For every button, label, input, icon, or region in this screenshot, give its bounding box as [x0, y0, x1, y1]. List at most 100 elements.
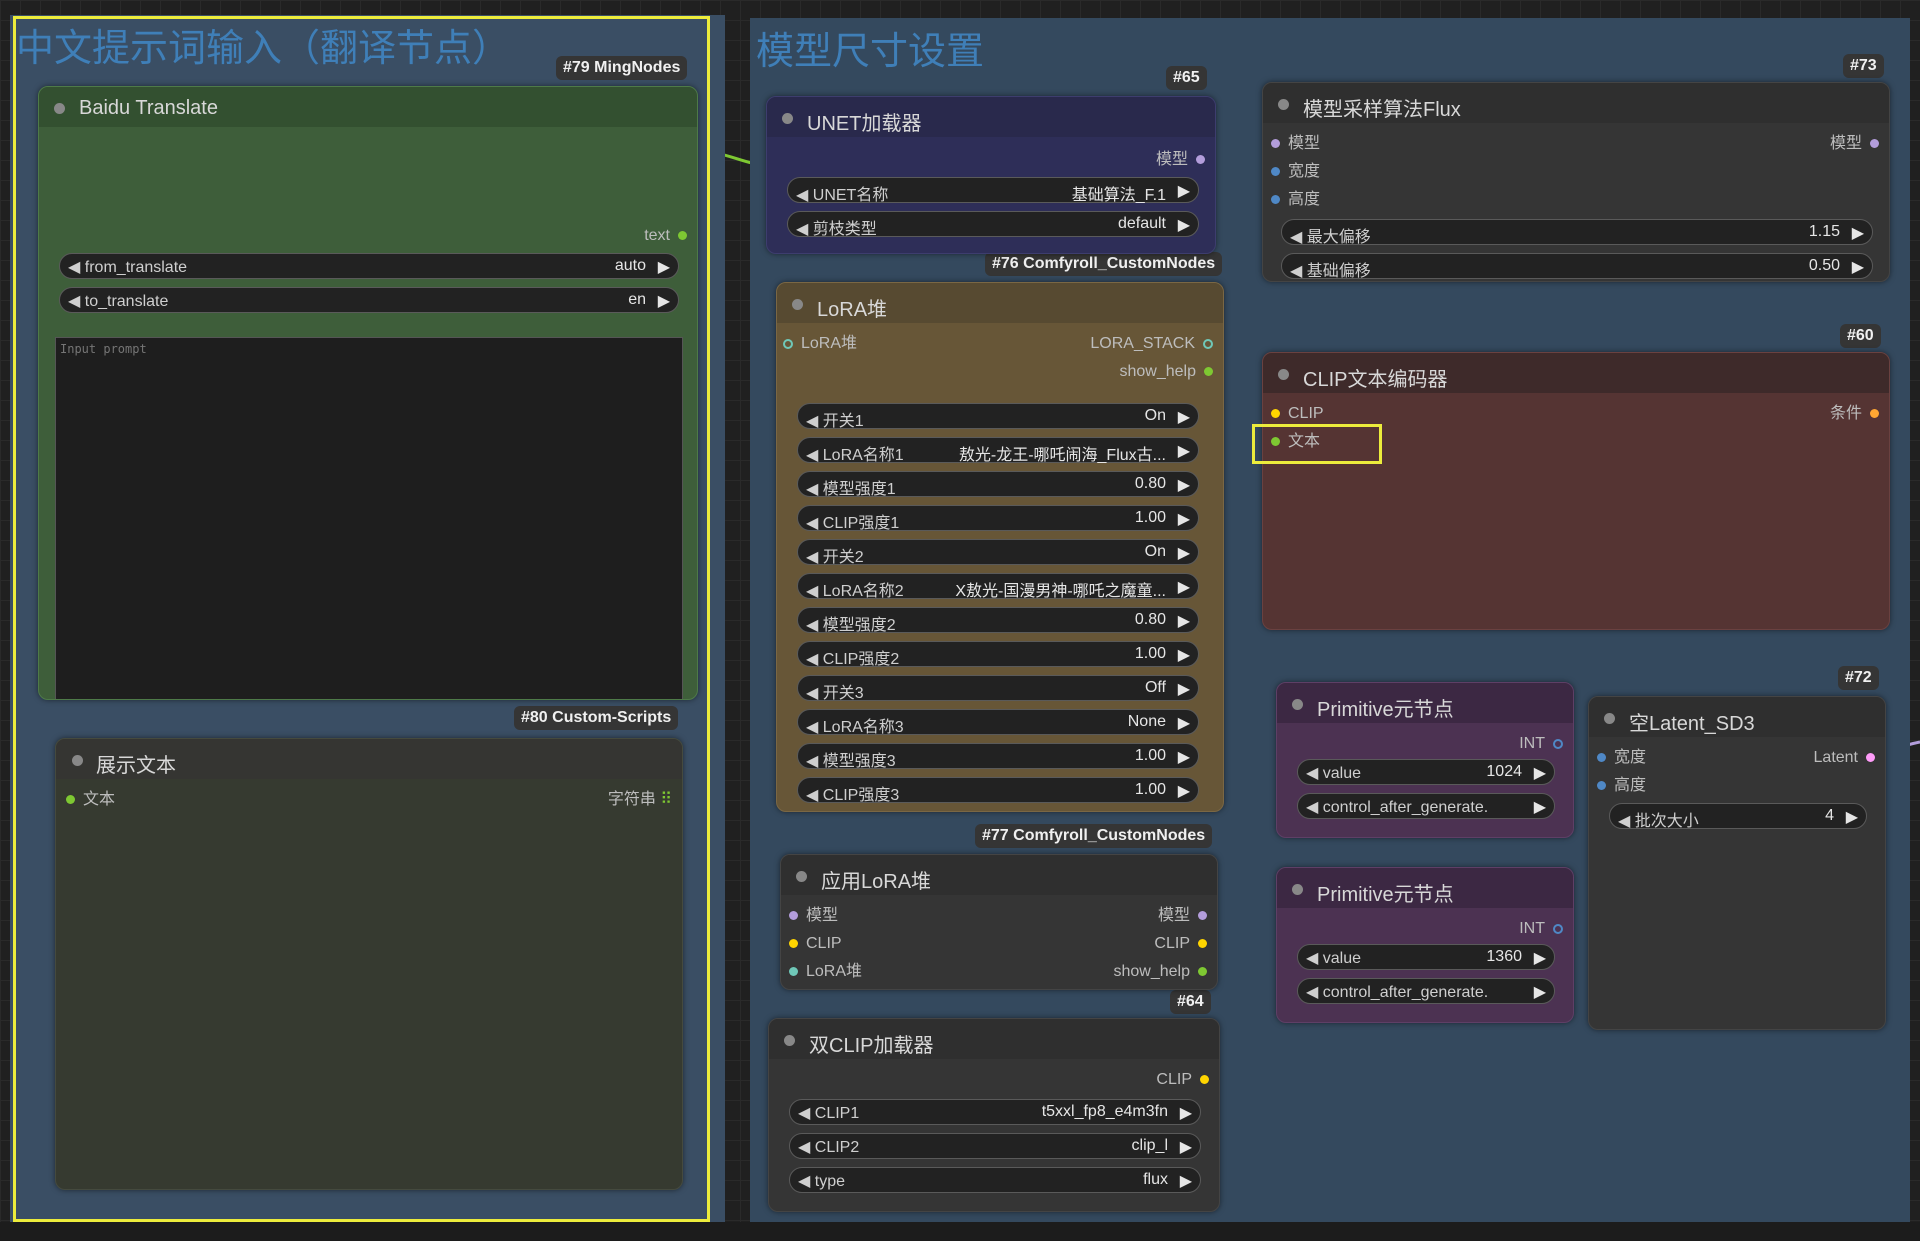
value-widget[interactable]: ◀ value 1024 ▶ [1297, 759, 1555, 785]
node-apply-lora-stack[interactable]: 应用LoRA堆 模型 CLIP LoRA堆 模型 CLIP show_help [780, 854, 1218, 990]
node-empty-latent-sd3[interactable]: 空Latent_SD3 宽度 高度 Latent ◀ 批次大小 4 ▶ [1588, 696, 1886, 1030]
arrow-right-icon[interactable]: ▶ [1178, 679, 1190, 699]
arrow-right-icon[interactable]: ▶ [1846, 807, 1858, 827]
arrow-left-icon[interactable]: ◀ [806, 413, 818, 430]
arrow-left-icon[interactable]: ◀ [798, 1105, 810, 1122]
arrow-right-icon[interactable]: ▶ [1534, 763, 1546, 783]
arrow-right-icon[interactable]: ▶ [1534, 797, 1546, 817]
node-primitive-width[interactable]: Primitive元节点 INT ◀ value 1024 ▶ ◀ contro… [1276, 682, 1574, 838]
lora-stack-widget[interactable]: ◀ 开关3 Off ▶ [797, 675, 1199, 702]
arrow-left-icon[interactable]: ◀ [806, 753, 818, 770]
output-latent[interactable]: Latent [1814, 749, 1875, 767]
clip-type-widget[interactable]: ◀ type flux ▶ [789, 1167, 1201, 1193]
lora-stack-widget[interactable]: ◀ LoRA名称2 X敖光-国漫男神-哪吒之魔童... ▶ [797, 573, 1199, 600]
arrow-right-icon[interactable]: ▶ [1852, 257, 1864, 277]
arrow-left-icon[interactable]: ◀ [806, 481, 818, 498]
arrow-right-icon[interactable]: ▶ [1178, 215, 1190, 235]
arrow-right-icon[interactable]: ▶ [1178, 475, 1190, 495]
arrow-left-icon[interactable]: ◀ [1306, 950, 1318, 967]
input-width[interactable]: 宽度 [1271, 163, 1320, 181]
input-model[interactable]: 模型 [1271, 135, 1320, 153]
arrow-right-icon[interactable]: ▶ [1180, 1103, 1192, 1123]
lora-stack-widget[interactable]: ◀ 模型强度3 1.00 ▶ [797, 743, 1199, 770]
arrow-left-icon[interactable]: ◀ [796, 187, 808, 204]
arrow-right-icon[interactable]: ▶ [1178, 747, 1190, 767]
arrow-right-icon[interactable]: ▶ [1178, 543, 1190, 563]
control-after-generate-widget[interactable]: ◀ control_after_generate. ▶ [1297, 793, 1555, 819]
arrow-right-icon[interactable]: ▶ [1178, 611, 1190, 631]
lora-stack-widget[interactable]: ◀ 模型强度1 0.80 ▶ [797, 471, 1199, 498]
arrow-right-icon[interactable]: ▶ [1178, 781, 1190, 801]
unet-name-widget[interactable]: ◀ UNET名称 基础算法_F.1 ▶ [787, 177, 1199, 204]
control-after-generate-widget[interactable]: ◀ control_after_generate. ▶ [1297, 978, 1555, 1004]
prune-type-widget[interactable]: ◀ 剪枝类型 default ▶ [787, 211, 1199, 238]
output-model[interactable]: 模型 [1830, 135, 1879, 153]
arrow-left-icon[interactable]: ◀ [1290, 229, 1302, 246]
arrow-right-icon[interactable]: ▶ [1180, 1171, 1192, 1191]
node-clip-text-encoder[interactable]: CLIP文本编码器 CLIP 文本 条件 [1262, 352, 1890, 630]
output-lora-stack[interactable]: LORA_STACK [1090, 335, 1213, 353]
output-model[interactable]: 模型 [1158, 907, 1207, 925]
output-show-help[interactable]: show_help [1114, 963, 1207, 981]
arrow-left-icon[interactable]: ◀ [806, 651, 818, 668]
node-unet-loader[interactable]: UNET加载器 模型 ◀ UNET名称 基础算法_F.1 ▶ ◀ 剪枝类型 de… [766, 96, 1216, 254]
arrow-left-icon[interactable]: ◀ [806, 719, 818, 736]
arrow-right-icon[interactable]: ▶ [1852, 223, 1864, 243]
clip1-widget[interactable]: ◀ CLIP1 t5xxl_fp8_e4m3fn ▶ [789, 1099, 1201, 1125]
input-height[interactable]: 高度 [1271, 191, 1320, 209]
arrow-right-icon[interactable]: ▶ [1534, 948, 1546, 968]
value-widget[interactable]: ◀ value 1360 ▶ [1297, 944, 1555, 970]
arrow-right-icon[interactable]: ▶ [1178, 577, 1190, 597]
output-int[interactable]: INT [1519, 735, 1563, 753]
node-primitive-height[interactable]: Primitive元节点 INT ◀ value 1360 ▶ ◀ contro… [1276, 867, 1574, 1023]
arrow-right-icon[interactable]: ▶ [1178, 645, 1190, 665]
node-sampling-flux[interactable]: 模型采样算法Flux 模型 宽度 高度 模型 ◀ 最大偏移 1.15 ▶ ◀ 基… [1262, 82, 1890, 282]
arrow-right-icon[interactable]: ▶ [1178, 181, 1190, 201]
node-dual-clip-loader[interactable]: 双CLIP加载器 CLIP ◀ CLIP1 t5xxl_fp8_e4m3fn ▶… [768, 1018, 1220, 1212]
input-clip[interactable]: CLIP [789, 935, 842, 953]
arrow-left-icon[interactable]: ◀ [1306, 799, 1318, 816]
base-shift-widget[interactable]: ◀ 基础偏移 0.50 ▶ [1281, 253, 1873, 280]
clip2-widget[interactable]: ◀ CLIP2 clip_l ▶ [789, 1133, 1201, 1159]
arrow-right-icon[interactable]: ▶ [1180, 1137, 1192, 1157]
lora-stack-widget[interactable]: ◀ 开关2 On ▶ [797, 539, 1199, 566]
input-lora-stack[interactable]: LoRA堆 [783, 335, 857, 353]
input-height[interactable]: 高度 [1597, 777, 1646, 795]
arrow-left-icon[interactable]: ◀ [806, 787, 818, 804]
lora-stack-widget[interactable]: ◀ CLIP强度2 1.00 ▶ [797, 641, 1199, 668]
arrow-left-icon[interactable]: ◀ [1306, 984, 1318, 1001]
lora-stack-widget[interactable]: ◀ CLIP强度3 1.00 ▶ [797, 777, 1199, 804]
lora-stack-widget[interactable]: ◀ CLIP强度1 1.00 ▶ [797, 505, 1199, 532]
arrow-left-icon[interactable]: ◀ [806, 617, 818, 634]
lora-stack-widget[interactable]: ◀ LoRA名称3 None ▶ [797, 709, 1199, 736]
output-conditioning[interactable]: 条件 [1830, 405, 1879, 423]
lora-stack-widget[interactable]: ◀ 开关1 On ▶ [797, 403, 1199, 430]
arrow-left-icon[interactable]: ◀ [798, 1139, 810, 1156]
output-int[interactable]: INT [1519, 920, 1563, 938]
lora-stack-widget[interactable]: ◀ 模型强度2 0.80 ▶ [797, 607, 1199, 634]
batch-size-widget[interactable]: ◀ 批次大小 4 ▶ [1609, 803, 1867, 830]
output-show-help[interactable]: show_help [1120, 363, 1213, 381]
max-shift-widget[interactable]: ◀ 最大偏移 1.15 ▶ [1281, 219, 1873, 246]
output-clip[interactable]: CLIP [1154, 935, 1207, 953]
output-clip[interactable]: CLIP [1156, 1071, 1209, 1089]
arrow-right-icon[interactable]: ▶ [1178, 509, 1190, 529]
arrow-right-icon[interactable]: ▶ [1178, 407, 1190, 427]
input-lora-stack[interactable]: LoRA堆 [789, 963, 862, 981]
arrow-right-icon[interactable]: ▶ [1178, 441, 1190, 461]
output-model[interactable]: 模型 [1156, 151, 1205, 169]
input-width[interactable]: 宽度 [1597, 749, 1646, 767]
input-clip[interactable]: CLIP [1271, 405, 1324, 423]
lora-stack-widget[interactable]: ◀ LoRA名称1 敖光-龙王-哪吒闹海_Flux古... ▶ [797, 437, 1199, 464]
arrow-left-icon[interactable]: ◀ [1290, 263, 1302, 280]
arrow-left-icon[interactable]: ◀ [806, 583, 818, 600]
arrow-left-icon[interactable]: ◀ [1618, 813, 1630, 830]
input-model[interactable]: 模型 [789, 907, 838, 925]
arrow-left-icon[interactable]: ◀ [806, 447, 818, 464]
arrow-left-icon[interactable]: ◀ [798, 1173, 810, 1190]
arrow-left-icon[interactable]: ◀ [1306, 765, 1318, 782]
arrow-left-icon[interactable]: ◀ [806, 549, 818, 566]
arrow-left-icon[interactable]: ◀ [806, 685, 818, 702]
arrow-right-icon[interactable]: ▶ [1178, 713, 1190, 733]
arrow-right-icon[interactable]: ▶ [1534, 982, 1546, 1002]
